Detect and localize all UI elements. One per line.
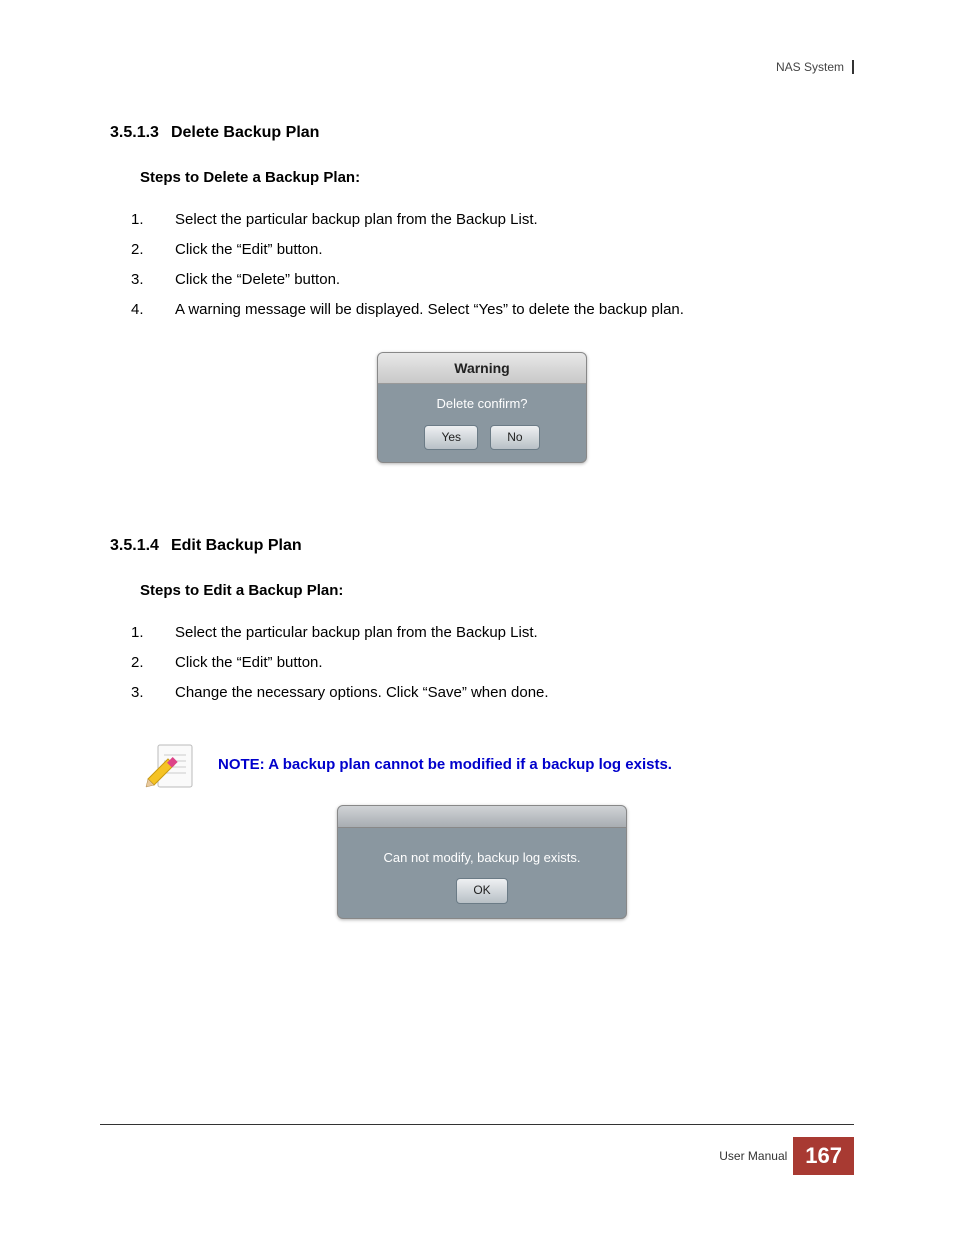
footer-rule [100,1124,854,1125]
dialog-title: Warning [378,353,586,384]
section-number: 3.5.1.3 [110,124,159,141]
warning-dialog: Warning Delete confirm? Yes No [377,352,587,463]
section-title: Edit Backup Plan [171,537,302,554]
step-item: 1.Select the particular backup plan from… [155,208,854,232]
dialog-titlebar [338,806,626,828]
steps-list-edit: 1.Select the particular backup plan from… [155,621,854,705]
section-heading-delete: 3.5.1.3 Delete Backup Plan [110,120,854,146]
ok-button[interactable]: OK [456,878,507,903]
step-text: Click the “Edit” button. [175,654,323,671]
steps-heading-edit: Steps to Edit a Backup Plan: [140,579,854,603]
note-text: NOTE: A backup plan cannot be modified i… [218,753,672,777]
step-item: 3.Change the necessary options. Click “S… [155,681,854,705]
steps-heading-delete: Steps to Delete a Backup Plan: [140,166,854,190]
step-item: 4.A warning message will be displayed. S… [155,298,854,322]
pencil-note-icon [140,735,200,795]
dialog-message: Delete confirm? [378,384,586,421]
yes-button[interactable]: Yes [424,425,478,450]
step-item: 2.Click the “Edit” button. [155,238,854,262]
header-product: NAS System [776,60,854,74]
step-text: Click the “Edit” button. [175,241,323,258]
page-number: 167 [793,1137,854,1175]
footer-label: User Manual [719,1149,787,1163]
step-text: Select the particular backup plan from t… [175,624,538,641]
step-item: 1.Select the particular backup plan from… [155,621,854,645]
step-text: Click the “Delete” button. [175,271,340,288]
step-item: 2.Click the “Edit” button. [155,651,854,675]
step-text: Select the particular backup plan from t… [175,211,538,228]
step-text: A warning message will be displayed. Sel… [175,301,684,318]
step-item: 3.Click the “Delete” button. [155,268,854,292]
steps-list-delete: 1.Select the particular backup plan from… [155,208,854,322]
info-dialog: Can not modify, backup log exists. OK [337,805,627,919]
section-title: Delete Backup Plan [171,124,320,141]
section-number: 3.5.1.4 [110,537,159,554]
no-button[interactable]: No [490,425,539,450]
step-text: Change the necessary options. Click “Sav… [175,684,549,701]
dialog-message: Can not modify, backup log exists. [338,828,626,877]
section-heading-edit: 3.5.1.4 Edit Backup Plan [110,533,854,559]
note-block: NOTE: A backup plan cannot be modified i… [140,735,854,795]
page-footer: User Manual 167 [719,1137,854,1175]
